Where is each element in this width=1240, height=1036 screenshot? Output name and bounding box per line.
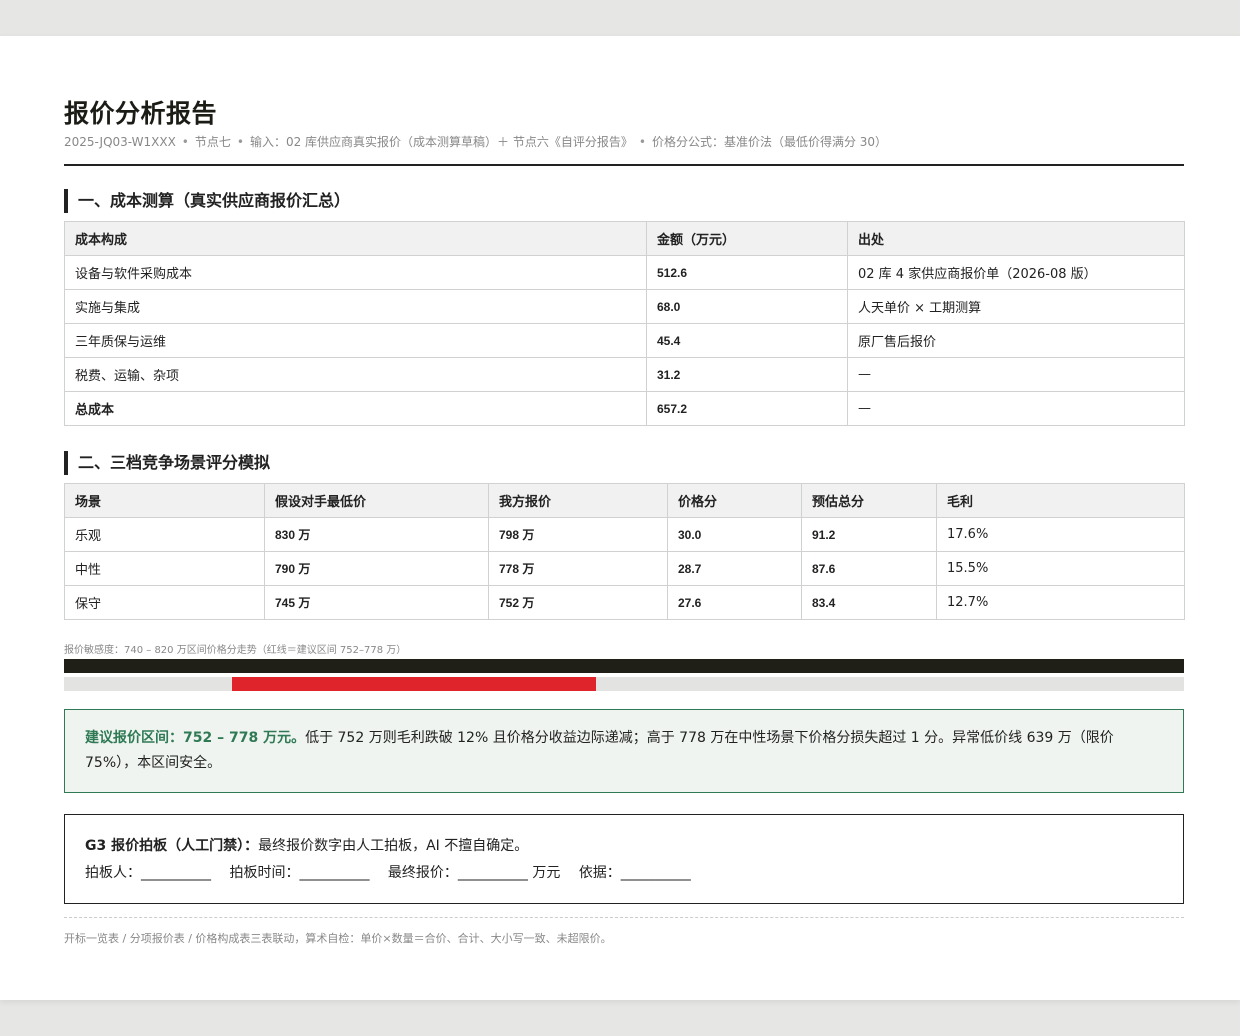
scenario-margin: 17.6% — [936, 517, 1185, 552]
table-row: 税费、运输、杂项 31.2 — — [64, 357, 1185, 392]
page-title: 报价分析报告 — [64, 99, 218, 128]
meta-input: 输入：02 库供应商真实报价（成本测算草稿）＋ 节点六《自评分报告》 — [249, 135, 633, 149]
scenario-margin: 12.7% — [936, 585, 1185, 620]
final-price-field[interactable]: 最终报价：__________ 万元 — [388, 865, 560, 881]
table-row: 三年质保与运维 45.4 原厂售后报价 — [64, 323, 1185, 358]
col-header-source: 出处 — [847, 221, 1185, 256]
report-meta: 2025-JQ03-W1XXX • 节点七 • 输入：02 库供应商真实报价（成本测算草… — [64, 133, 887, 150]
table-header-row: 场景 假设对手最低价 我方报价 价格分 预估总分 毛利 — [64, 483, 1185, 518]
scenario-total: 83.4 — [801, 585, 937, 620]
gate-box: G3 报价拍板（人工门禁）：最终报价数字由人工拍板，AI 不擅自确定。 拍板人：… — [64, 814, 1184, 904]
report-page: 报价分析报告 2025-JQ03-W1XXX • 节点七 • 输入：02 库供应商真实报… — [0, 36, 1240, 1000]
scenario-name: 保守 — [64, 585, 265, 620]
advice-highlight: 建议报价区间：752 – 778 万元。 — [85, 730, 306, 746]
col-header-rival: 假设对手最低价 — [264, 483, 489, 518]
gate-desc: 最终报价数字由人工拍板，AI 不擅自确定。 — [258, 838, 529, 854]
col-header-margin: 毛利 — [936, 483, 1185, 518]
cost-source: 人天单价 × 工期测算 — [847, 289, 1185, 324]
sensitivity-range-bar — [64, 659, 1184, 673]
cost-amount: 512.6 — [646, 255, 848, 290]
meta-node: 节点七 — [194, 135, 231, 149]
cost-amount: 45.4 — [646, 323, 848, 358]
scenario-price-score: 27.6 — [667, 585, 802, 620]
meta-separator: • — [181, 135, 189, 149]
col-header-price-score: 价格分 — [667, 483, 802, 518]
cost-section-heading: 一、成本测算（真实供应商报价汇总） — [64, 189, 350, 213]
scenario-price-score: 30.0 — [667, 517, 802, 552]
scenario-rival: 745 万 — [264, 585, 489, 620]
scenario-section-heading: 二、三档竞争场景评分模拟 — [64, 451, 270, 475]
gate-heading-line: G3 报价拍板（人工门禁）：最终报价数字由人工拍板，AI 不擅自确定。 — [85, 833, 1163, 860]
table-row: 乐观 830 万 798 万 30.0 91.2 17.6% — [64, 517, 1185, 552]
cost-amount: 31.2 — [646, 357, 848, 392]
table-row-total: 总成本 657.2 — — [64, 391, 1185, 426]
col-header-ours: 我方报价 — [488, 483, 668, 518]
col-header-amount: 金额（万元） — [646, 221, 848, 256]
cost-item: 税费、运输、杂项 — [64, 357, 647, 392]
title-divider — [64, 164, 1184, 166]
col-header-total: 预估总分 — [801, 483, 937, 518]
scenario-name: 乐观 — [64, 517, 265, 552]
cost-table: 成本构成 金额（万元） 出处 设备与软件采购成本 512.6 02 库 4 家供… — [64, 221, 1185, 426]
advice-box: 建议报价区间：752 – 778 万元。低于 752 万则毛利跌破 12% 且价… — [64, 709, 1184, 793]
basis-field[interactable]: 依据：__________ — [579, 865, 691, 881]
sensitivity-track — [64, 677, 1184, 691]
table-row: 实施与集成 68.0 人天单价 × 工期测算 — [64, 289, 1185, 324]
meta-code: 2025-JQ03-W1XXX — [64, 135, 176, 149]
table-row: 保守 745 万 752 万 27.6 83.4 12.7% — [64, 585, 1185, 620]
footer-divider — [64, 917, 1184, 918]
scenario-ours: 798 万 — [488, 517, 668, 552]
meta-separator: • — [638, 135, 646, 149]
cost-amount-total: 657.2 — [646, 391, 848, 426]
suggested-range-bar — [232, 677, 596, 691]
footer-note: 开标一览表 / 分项报价表 / 价格构成表三表联动，算术自检：单价×数量＝合价、… — [64, 932, 612, 945]
scenario-margin: 15.5% — [936, 551, 1185, 586]
cost-item: 设备与软件采购成本 — [64, 255, 647, 290]
meta-separator: • — [236, 135, 244, 149]
scenario-total: 87.6 — [801, 551, 937, 586]
scenario-total: 91.2 — [801, 517, 937, 552]
scenario-price-score: 28.7 — [667, 551, 802, 586]
scenario-ours: 752 万 — [488, 585, 668, 620]
cost-source: — — [847, 391, 1185, 426]
meta-formula: 价格分公式：基准价法（最低价得满分 30） — [651, 135, 888, 149]
decider-field[interactable]: 拍板人：__________ — [85, 865, 211, 881]
scenario-ours: 778 万 — [488, 551, 668, 586]
decision-time-field[interactable]: 拍板时间：__________ — [229, 865, 369, 881]
table-row: 设备与软件采购成本 512.6 02 库 4 家供应商报价单（2026-08 版… — [64, 255, 1185, 290]
gate-fields: 拍板人：__________ 拍板时间：__________ 最终报价：____… — [85, 860, 1163, 887]
gate-title: G3 报价拍板（人工门禁）： — [85, 838, 259, 854]
col-header-scenario: 场景 — [64, 483, 265, 518]
cost-source: — — [847, 357, 1185, 392]
cost-item-total: 总成本 — [64, 391, 647, 426]
scenario-rival: 790 万 — [264, 551, 489, 586]
cost-item: 三年质保与运维 — [64, 323, 647, 358]
cost-source: 02 库 4 家供应商报价单（2026-08 版） — [847, 255, 1185, 290]
cost-amount: 68.0 — [646, 289, 848, 324]
table-header-row: 成本构成 金额（万元） 出处 — [64, 221, 1185, 256]
sensitivity-label: 报价敏感度：740 – 820 万区间价格分走势（红线＝建议区间 752–778… — [64, 645, 407, 656]
scenario-rival: 830 万 — [264, 517, 489, 552]
scenario-table: 场景 假设对手最低价 我方报价 价格分 预估总分 毛利 乐观 830 万 798… — [64, 483, 1185, 620]
scenario-name: 中性 — [64, 551, 265, 586]
table-row: 中性 790 万 778 万 28.7 87.6 15.5% — [64, 551, 1185, 586]
cost-source: 原厂售后报价 — [847, 323, 1185, 358]
cost-item: 实施与集成 — [64, 289, 647, 324]
col-header-item: 成本构成 — [64, 221, 647, 256]
